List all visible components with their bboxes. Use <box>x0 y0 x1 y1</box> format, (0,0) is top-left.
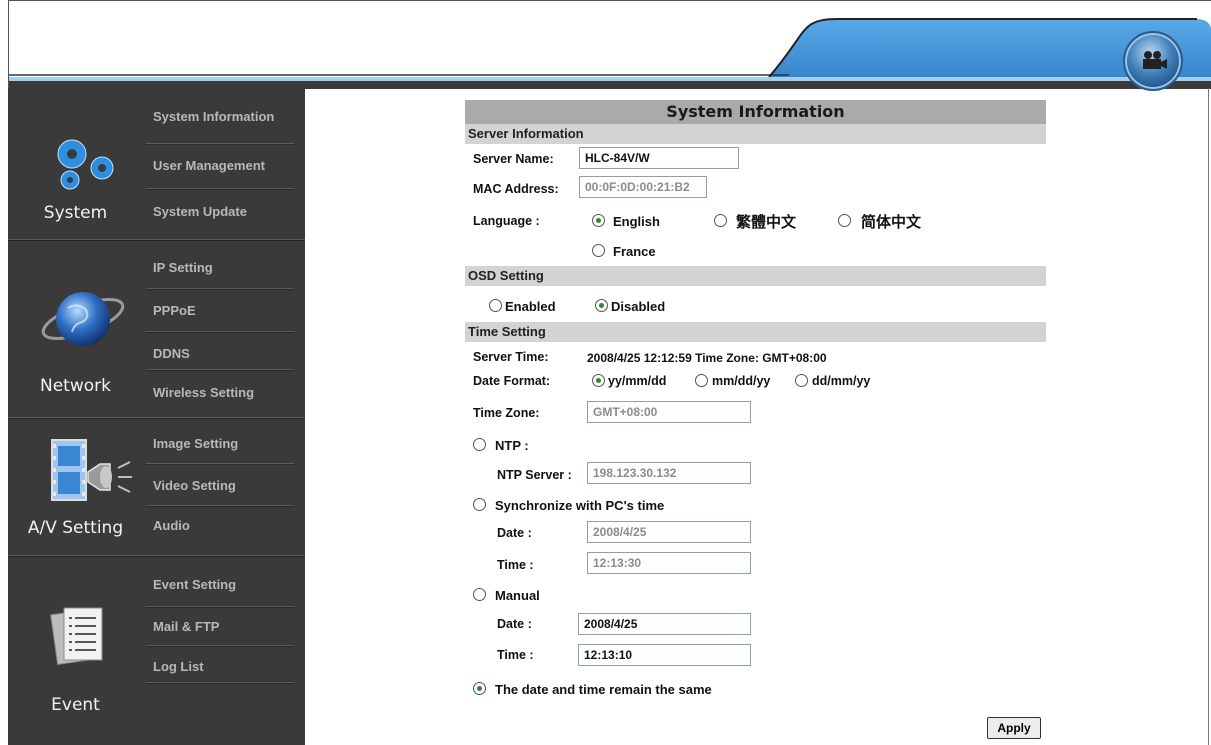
sidebar-section-av-setting: A/V Setting Image Setting Video Setting … <box>8 418 305 554</box>
date-format-yymmdd-label[interactable]: yy/mm/dd <box>608 374 666 388</box>
sidebar-item-video-setting[interactable]: Video Setting <box>153 478 301 493</box>
mac-address-input <box>579 176 707 198</box>
section-title-event[interactable]: Event <box>8 695 143 715</box>
time-zone-label: Time Zone: <box>473 406 540 420</box>
osd-enabled-label[interactable]: Enabled <box>505 299 556 314</box>
sync-time-input <box>587 552 751 574</box>
mac-address-label: MAC Address: <box>473 182 559 196</box>
manual-time-label: Time : <box>497 648 534 662</box>
sidebar-item-pppoe[interactable]: PPPoE <box>153 303 301 318</box>
top-banner <box>8 0 1211 91</box>
sidebar-item-log-list[interactable]: Log List <box>153 659 301 674</box>
sidebar-item-audio[interactable]: Audio <box>153 518 301 533</box>
remain-same-label[interactable]: The date and time remain the same <box>495 682 712 697</box>
date-format-label: Date Format: <box>473 374 551 388</box>
manual-date-label: Date : <box>497 617 532 631</box>
date-format-yymmdd-radio[interactable] <box>592 374 605 387</box>
manual-time-input[interactable] <box>578 644 751 666</box>
date-format-ddmmyy-radio[interactable] <box>795 374 808 387</box>
menu-divider <box>146 188 294 190</box>
film-speaker-icon <box>51 439 132 501</box>
sidebar-item-mail-ftp[interactable]: Mail & FTP <box>153 619 301 634</box>
sidebar-section-system: System System Information User Managemen… <box>8 88 305 238</box>
language-traditional-chinese-radio[interactable] <box>714 214 727 227</box>
main-content: System Information Server Information Se… <box>305 88 1211 745</box>
time-zone-input <box>587 401 751 423</box>
manual-label[interactable]: Manual <box>495 588 540 603</box>
section-title-network[interactable]: Network <box>8 376 143 396</box>
ntp-label[interactable]: NTP : <box>495 438 529 453</box>
menu-divider <box>146 331 294 333</box>
osd-disabled-label[interactable]: Disabled <box>611 299 665 314</box>
manual-radio[interactable] <box>473 588 486 601</box>
sidebar-section-event: Event Event Setting Mail & FTP Log List <box>8 556 305 745</box>
language-simplified-chinese-radio[interactable] <box>838 214 851 227</box>
server-name-input[interactable] <box>579 147 739 169</box>
ntp-server-label: NTP Server : <box>497 468 572 482</box>
osd-disabled-radio[interactable] <box>595 299 608 312</box>
sidebar: System System Information User Managemen… <box>8 88 305 745</box>
language-traditional-chinese-label[interactable]: 繁體中文 <box>736 211 796 232</box>
server-name-label: Server Name: <box>473 152 554 166</box>
system-information-panel: System Information Server Information Se… <box>465 100 1046 697</box>
sidebar-item-ip-setting[interactable]: IP Setting <box>153 260 301 275</box>
documents-icon <box>50 607 103 665</box>
sidebar-item-ddns[interactable]: DDNS <box>153 346 301 361</box>
language-simplified-chinese-label[interactable]: 简体中文 <box>861 211 921 232</box>
ntp-radio[interactable] <box>473 438 486 451</box>
time-setting-header: Time Setting <box>465 322 1046 342</box>
date-format-ddmmyy-label[interactable]: dd/mm/yy <box>812 374 870 388</box>
sidebar-item-event-setting[interactable]: Event Setting <box>153 577 301 592</box>
menu-divider <box>146 288 294 290</box>
language-english-radio[interactable] <box>592 214 605 227</box>
sidebar-item-image-setting[interactable]: Image Setting <box>153 436 301 451</box>
sidebar-item-system-update[interactable]: System Update <box>153 204 301 219</box>
manual-date-input[interactable] <box>578 613 751 635</box>
sync-time-label: Time : <box>497 558 534 572</box>
language-english-label[interactable]: English <box>613 214 660 229</box>
video-camera-icon <box>1143 51 1167 69</box>
menu-divider <box>146 505 294 507</box>
menu-divider <box>146 645 294 647</box>
sync-date-label: Date : <box>497 526 532 540</box>
menu-divider <box>146 606 294 608</box>
sidebar-section-network: Network IP Setting PPPoE DDNS Wireless S… <box>8 240 305 416</box>
sync-pc-time-radio[interactable] <box>473 498 486 511</box>
sidebar-item-system-information[interactable]: System Information <box>153 109 301 124</box>
sync-date-input <box>587 521 751 543</box>
osd-setting-header: OSD Setting <box>465 266 1046 286</box>
gears-icon <box>57 139 114 190</box>
menu-divider <box>146 682 294 684</box>
remain-same-radio[interactable] <box>473 682 486 695</box>
menu-divider <box>146 143 294 145</box>
server-information-header: Server Information <box>465 124 1046 144</box>
camera-logo-button[interactable] <box>1123 31 1183 91</box>
sync-pc-time-label[interactable]: Synchronize with PC's time <box>495 498 664 513</box>
osd-enabled-radio[interactable] <box>489 299 502 312</box>
server-time-label: Server Time: <box>473 350 549 364</box>
date-format-mmddyy-radio[interactable] <box>695 374 708 387</box>
apply-button[interactable]: Apply <box>987 717 1041 739</box>
sidebar-item-user-management[interactable]: User Management <box>153 158 301 173</box>
ntp-server-input[interactable] <box>587 462 751 484</box>
section-title-av-setting[interactable]: A/V Setting <box>8 518 143 538</box>
server-time-value: 2008/4/25 12:12:59 Time Zone: GMT+08:00 <box>587 351 827 365</box>
language-france-radio[interactable] <box>592 244 605 257</box>
sidebar-item-wireless-setting[interactable]: Wireless Setting <box>153 385 301 400</box>
globe-icon <box>41 292 125 346</box>
date-format-mmddyy-label[interactable]: mm/dd/yy <box>712 374 770 388</box>
menu-divider <box>146 369 294 371</box>
language-label: Language : <box>473 214 540 228</box>
panel-title: System Information <box>465 100 1046 124</box>
menu-divider <box>146 463 294 465</box>
banner-graphic <box>9 18 1211 89</box>
language-france-label[interactable]: France <box>613 244 656 259</box>
section-title-system[interactable]: System <box>8 203 143 223</box>
